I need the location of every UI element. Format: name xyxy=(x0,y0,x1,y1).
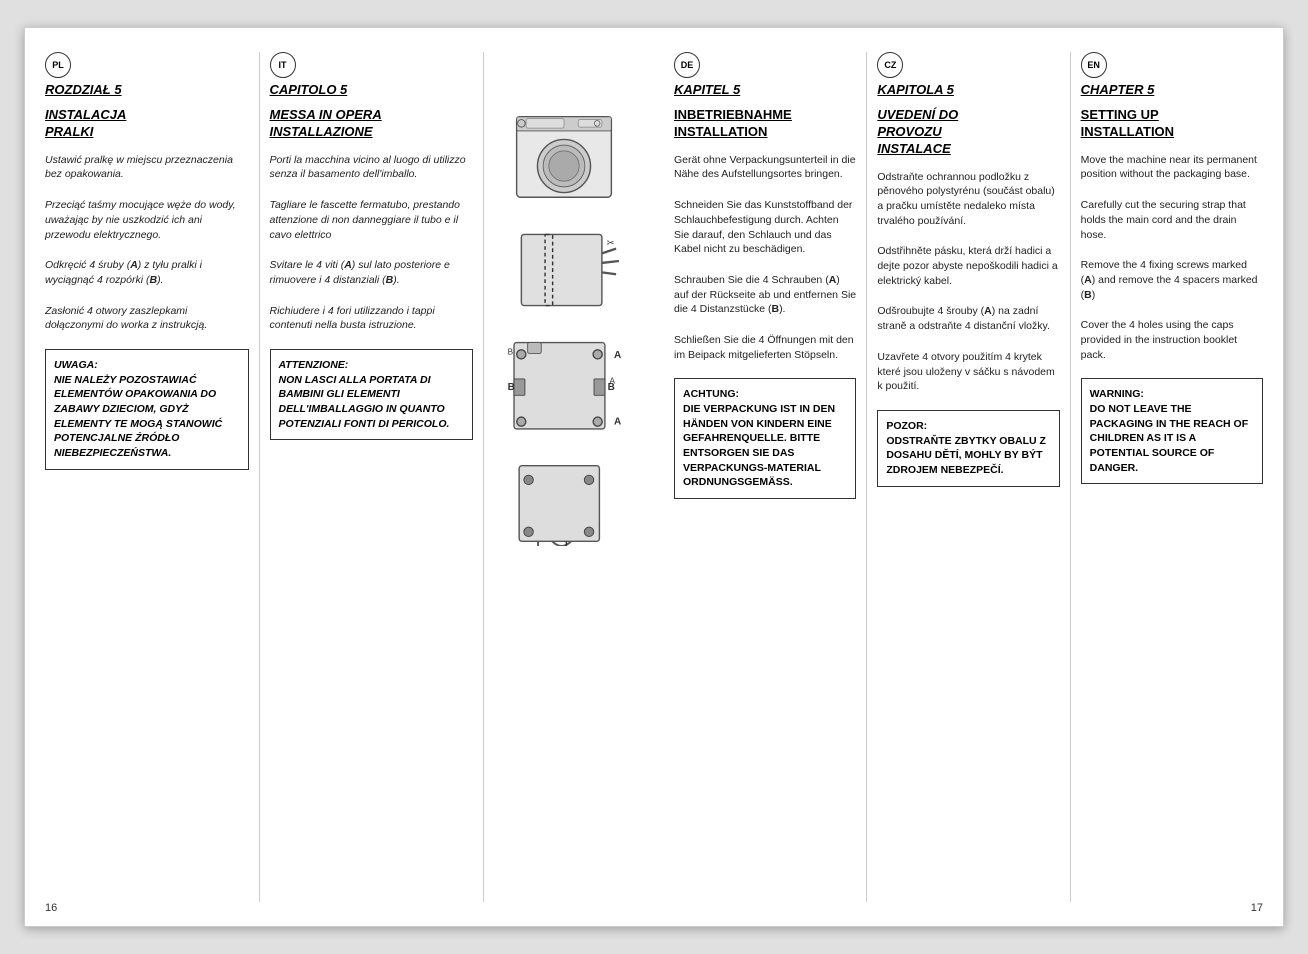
instruction-pl-3: Odkręcić 4 śruby (A) z tyłu pralki i wyc… xyxy=(45,258,249,287)
col-en: EN CHAPTER 5 SETTING UPINSTALLATION Move… xyxy=(1081,52,1263,902)
title-it: MESSA IN OPERAINSTALLAZIONE xyxy=(270,107,474,141)
instruction-cz-2: Odstřihněte pásku, která drží hadici a d… xyxy=(877,244,1059,288)
title-en: SETTING UPINSTALLATION xyxy=(1081,107,1263,141)
instruction-de-3: Schrauben Sie die 4 Schrauben (A) auf de… xyxy=(674,273,856,317)
instruction-it-3: Svitare le 4 viti (A) sul lato posterior… xyxy=(270,258,474,287)
svg-text:A: A xyxy=(614,350,621,361)
svg-text:A: A xyxy=(609,376,615,385)
chapter-en: CHAPTER 5 xyxy=(1081,82,1263,97)
chapter-it: CAPITOLO 5 xyxy=(270,82,474,97)
lang-circle-cz: CZ xyxy=(877,52,903,78)
page-spread: PL ROZDZIAŁ 5 INSTALACJAPRALKI Ustawić p… xyxy=(24,27,1284,927)
chapter-cz: KAPITOLA 5 xyxy=(877,82,1059,97)
instruction-cz-3: Odšroubujte 4 šrouby (A) na zadní straně… xyxy=(877,304,1059,333)
title-pl: INSTALACJAPRALKI xyxy=(45,107,249,141)
title-cz: UVEDENÍ DOPROVOZUINSTALACE xyxy=(877,107,1059,158)
col-cz: CZ KAPITOLA 5 UVEDENÍ DOPROVOZUINSTALACE… xyxy=(877,52,1070,902)
page-number-right: 17 xyxy=(1251,902,1263,914)
instruction-cz-1: Odstraňte ochrannou podložku z pěnového … xyxy=(877,170,1059,229)
warning-it: ATTENZIONE:NON LASCI ALLA PORTATA DI BAM… xyxy=(270,349,474,440)
instruction-pl-4: Zasłonić 4 otwory zaszlepkami dołączonym… xyxy=(45,304,249,333)
col-it: IT CAPITOLO 5 MESSA IN OPERAINSTALLAZION… xyxy=(270,52,485,902)
svg-text:A: A xyxy=(614,416,621,427)
instruction-pl-1: Ustawić pralkę w miejscu przeznaczenia b… xyxy=(45,153,249,182)
left-page: PL ROZDZIAŁ 5 INSTALACJAPRALKI Ustawić p… xyxy=(24,27,654,927)
img-cut-strap: ✂ xyxy=(504,225,624,315)
chapter-pl: ROZDZIAŁ 5 xyxy=(45,82,249,97)
instruction-de-2: Schneiden Sie das Kunststoffband der Sch… xyxy=(674,198,856,257)
svg-text:✂: ✂ xyxy=(607,238,615,249)
instruction-it-4: Richiudere i 4 fori utilizzando i tappi … xyxy=(270,304,474,333)
img-machine-front xyxy=(504,112,624,202)
instruction-en-4: Cover the 4 holes using the caps provide… xyxy=(1081,318,1263,362)
instruction-cz-4: Uzavřete 4 otvory použitím 4 krytek kter… xyxy=(877,350,1059,394)
lang-circle-en: EN xyxy=(1081,52,1107,78)
svg-text:B: B xyxy=(508,347,514,356)
instruction-en-1: Move the machine near its permanent posi… xyxy=(1081,153,1263,182)
right-page: DE KAPITEL 5 INBETRIEBNAHMEINSTALLATION … xyxy=(654,27,1284,927)
instruction-de-1: Gerät ohne Verpackungsunterteil in die N… xyxy=(674,153,856,182)
col-pl: PL ROZDZIAŁ 5 INSTALACJAPRALKI Ustawić p… xyxy=(45,52,260,902)
instruction-en-3: Remove the 4 fixing screws marked (A) an… xyxy=(1081,258,1263,302)
instruction-it-2: Tagliare le fascette fermatubo, prestand… xyxy=(270,198,474,242)
instruction-de-4: Schließen Sie die 4 Öffnungen mit den im… xyxy=(674,333,856,362)
instruction-en-2: Carefully cut the securing strap that ho… xyxy=(1081,198,1263,242)
page-number-left: 16 xyxy=(45,902,57,914)
lang-circle-pl: PL xyxy=(45,52,71,78)
left-content: PL ROZDZIAŁ 5 INSTALACJAPRALKI Ustawić p… xyxy=(45,52,634,902)
img-screws: A A B B A B xyxy=(504,338,624,438)
col-de: DE KAPITEL 5 INBETRIEBNAHMEINSTALLATION … xyxy=(674,52,867,902)
lang-circle-de: DE xyxy=(674,52,700,78)
warning-en: WARNING:DO NOT LEAVE THE PACKAGING IN TH… xyxy=(1081,378,1263,484)
instruction-it-1: Porti la macchina vicino al luogo di uti… xyxy=(270,153,474,182)
chapter-de: KAPITEL 5 xyxy=(674,82,856,97)
svg-text:B: B xyxy=(508,382,515,393)
warning-de: ACHTUNG:DIE VERPACKUNG IST IN DEN HÄNDEN… xyxy=(674,378,856,499)
col-images: ✂ A A xyxy=(494,52,634,902)
img-plugs xyxy=(509,461,619,546)
right-content: DE KAPITEL 5 INBETRIEBNAHMEINSTALLATION … xyxy=(674,52,1263,902)
warning-pl: UWAGA:NIE NALEŻY POZOSTAWIAĆ ELEMENTÓW O… xyxy=(45,349,249,470)
instruction-pl-2: Przeciąć taśmy mocujące węże do wody, uw… xyxy=(45,198,249,242)
warning-cz: POZOR:ODSTRAŇTE ZBYTKY OBALU Z DOSAHU DĚ… xyxy=(877,410,1059,487)
lang-circle-it: IT xyxy=(270,52,296,78)
title-de: INBETRIEBNAHMEINSTALLATION xyxy=(674,107,856,141)
